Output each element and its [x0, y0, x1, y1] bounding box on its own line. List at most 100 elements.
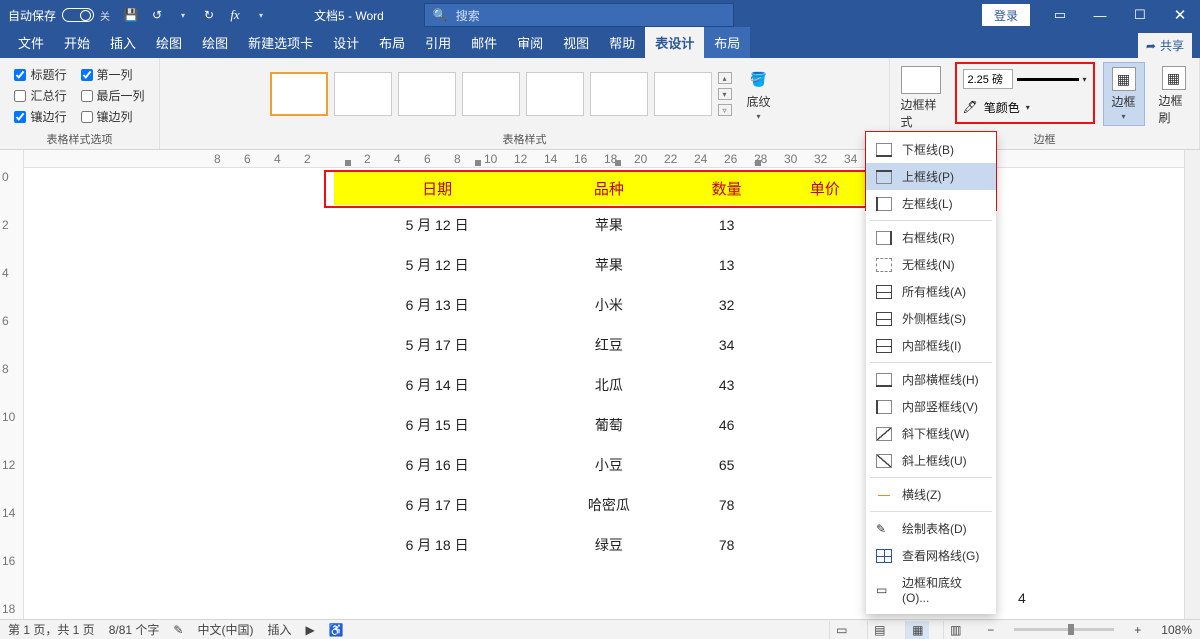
- maximize-icon[interactable]: ☐: [1120, 0, 1160, 30]
- tab-newtab[interactable]: 新建选项卡: [238, 27, 323, 58]
- tab-table-design[interactable]: 表设计: [645, 27, 704, 58]
- table-row[interactable]: 6 月 16 日小豆65: [334, 445, 874, 485]
- table-style-more[interactable]: ▴▾▿: [718, 72, 732, 116]
- tab-mailings[interactable]: 邮件: [461, 27, 507, 58]
- tab-draw-2[interactable]: 绘图: [192, 27, 238, 58]
- table-cell[interactable]: [776, 525, 874, 565]
- table-cell[interactable]: 32: [678, 285, 776, 325]
- border-width-dropdown[interactable]: 2.25 磅 ▾: [963, 68, 1087, 90]
- tab-layout[interactable]: 布局: [369, 27, 415, 58]
- tab-stop-icon[interactable]: [754, 159, 762, 167]
- table-cell[interactable]: 小豆: [540, 445, 677, 485]
- accessibility-icon[interactable]: ♿: [329, 623, 344, 637]
- formula-icon[interactable]: fx: [222, 0, 248, 30]
- table-row[interactable]: 5 月 12 日苹果13: [334, 245, 874, 285]
- shading-button[interactable]: 🪣 底纹 ▾: [738, 63, 780, 125]
- tab-draw[interactable]: 绘图: [146, 27, 192, 58]
- menu-item-left[interactable]: 左框线(L): [866, 190, 996, 217]
- table-row[interactable]: 5 月 12 日苹果13: [334, 205, 874, 245]
- horizontal-ruler[interactable]: 8642246810121416182022242628303234: [24, 150, 1184, 168]
- table-cell[interactable]: 78: [678, 525, 776, 565]
- qat-customize-icon[interactable]: ▾: [248, 0, 274, 30]
- check-last-col[interactable]: 最后一列: [81, 87, 145, 104]
- table-cell[interactable]: [776, 285, 874, 325]
- check-header-row[interactable]: 标题行: [14, 66, 66, 83]
- tab-stop-icon[interactable]: [344, 159, 352, 167]
- tab-design[interactable]: 设计: [323, 27, 369, 58]
- border-painter-button[interactable]: ▦ 边框刷: [1153, 62, 1195, 130]
- table-cell[interactable]: 78: [678, 485, 776, 525]
- zoom-in-icon[interactable]: +: [1128, 623, 1147, 637]
- menu-item-diag_down[interactable]: 斜下框线(W): [866, 420, 996, 447]
- table-cell[interactable]: 苹果: [540, 205, 677, 245]
- table-row[interactable]: 6 月 14 日北瓜43: [334, 365, 874, 405]
- table-row[interactable]: 6 月 15 日葡萄46: [334, 405, 874, 445]
- table-cell[interactable]: [776, 365, 874, 405]
- menu-item-inside_h[interactable]: 内部横框线(H): [866, 366, 996, 393]
- check-banded-row[interactable]: 镶边行: [14, 108, 66, 125]
- borders-split-button[interactable]: ▦ 边框 ▾: [1103, 62, 1145, 126]
- undo-more-icon[interactable]: ▾: [170, 0, 196, 30]
- save-icon[interactable]: 💾: [118, 0, 144, 30]
- table-cell[interactable]: 5 月 12 日: [334, 245, 540, 285]
- table-cell[interactable]: 北瓜: [540, 365, 677, 405]
- read-view-icon[interactable]: ▤: [867, 621, 891, 639]
- check-total-row[interactable]: 汇总行: [14, 87, 66, 104]
- table-cell[interactable]: [776, 445, 874, 485]
- status-language[interactable]: 中文(中国): [197, 621, 253, 638]
- zoom-out-icon[interactable]: −: [981, 623, 1000, 637]
- zoom-slider[interactable]: [1014, 628, 1114, 631]
- status-page[interactable]: 第 1 页，共 1 页: [8, 621, 95, 638]
- menu-item-all[interactable]: 所有框线(A): [866, 278, 996, 305]
- login-button[interactable]: 登录: [982, 4, 1030, 26]
- table-cell[interactable]: [776, 485, 874, 525]
- tab-stop-icon[interactable]: [614, 159, 622, 167]
- menu-item-right[interactable]: 右框线(R): [866, 224, 996, 251]
- table-cell[interactable]: 6 月 17 日: [334, 485, 540, 525]
- table-cell[interactable]: 13: [678, 205, 776, 245]
- table-cell[interactable]: 6 月 16 日: [334, 445, 540, 485]
- table-cell[interactable]: 6 月 15 日: [334, 405, 540, 445]
- table-style-thumb[interactable]: [334, 72, 392, 116]
- spellcheck-icon[interactable]: ✎: [173, 623, 183, 637]
- menu-item-hline[interactable]: 横线(Z): [866, 481, 996, 508]
- search-box[interactable]: 🔍 搜索: [424, 3, 734, 27]
- check-banded-col[interactable]: 镶边列: [81, 108, 133, 125]
- zoom-value[interactable]: 108%: [1161, 623, 1192, 637]
- table-style-thumb[interactable]: [270, 72, 328, 116]
- share-button[interactable]: ➦共享: [1138, 33, 1192, 58]
- menu-item-outside[interactable]: 外侧框线(S): [866, 305, 996, 332]
- status-mode[interactable]: 插入: [267, 621, 291, 638]
- table-cell[interactable]: [776, 325, 874, 365]
- table-cell[interactable]: [776, 205, 874, 245]
- data-table[interactable]: 日期品种数量单价 5 月 12 日苹果135 月 12 日苹果136 月 13 …: [334, 170, 874, 565]
- table-cell[interactable]: 65: [678, 445, 776, 485]
- check-first-col[interactable]: 第一列: [81, 66, 133, 83]
- minimize-icon[interactable]: ―: [1080, 0, 1120, 30]
- vertical-ruler[interactable]: 024681012141618: [0, 150, 24, 619]
- web-layout-view-icon[interactable]: ▥: [943, 621, 967, 639]
- redo-icon[interactable]: ↻: [196, 0, 222, 30]
- table-style-thumb[interactable]: [398, 72, 456, 116]
- table-row[interactable]: 6 月 17 日哈密瓜78: [334, 485, 874, 525]
- table-cell[interactable]: [776, 405, 874, 445]
- table-cell[interactable]: 6 月 14 日: [334, 365, 540, 405]
- tab-view[interactable]: 视图: [553, 27, 599, 58]
- print-layout-view-icon[interactable]: ▦: [905, 621, 929, 639]
- tab-home[interactable]: 开始: [54, 27, 100, 58]
- close-icon[interactable]: ✕: [1160, 0, 1200, 30]
- table-cell[interactable]: 苹果: [540, 245, 677, 285]
- status-words[interactable]: 8/81 个字: [109, 621, 160, 638]
- table-cell[interactable]: 哈密瓜: [540, 485, 677, 525]
- table-row[interactable]: 6 月 18 日绿豆78: [334, 525, 874, 565]
- menu-item-diag_up[interactable]: 斜上框线(U): [866, 447, 996, 474]
- tab-references[interactable]: 引用: [415, 27, 461, 58]
- table-cell[interactable]: 小米: [540, 285, 677, 325]
- autosave-toggle[interactable]: 自动保存 关: [0, 0, 118, 30]
- tab-stop-icon[interactable]: [474, 159, 482, 167]
- table-cell[interactable]: 6 月 13 日: [334, 285, 540, 325]
- table-style-thumb[interactable]: [526, 72, 584, 116]
- tab-help[interactable]: 帮助: [599, 27, 645, 58]
- ribbon-display-options-icon[interactable]: ▭: [1040, 0, 1080, 30]
- menu-item-inside_v[interactable]: 内部竖框线(V): [866, 393, 996, 420]
